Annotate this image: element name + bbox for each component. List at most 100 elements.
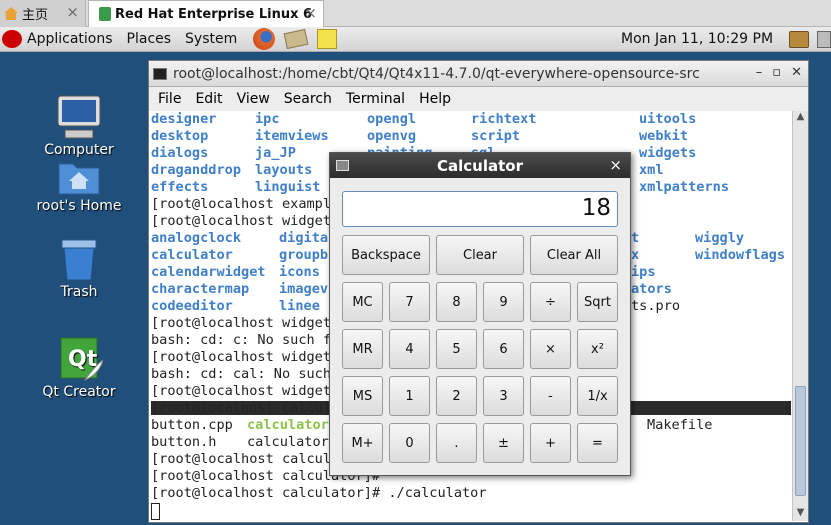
listing-entry: linguist <box>255 179 321 195</box>
listing-entry: ipc <box>255 111 280 127</box>
trash-icon <box>61 239 97 281</box>
memory-set-button[interactable]: MS <box>342 376 383 416</box>
terminal-scrollbar[interactable]: ▲ ▼ <box>792 111 808 521</box>
tab-home[interactable]: 主页 × <box>0 0 86 27</box>
terminal-line: [root@localhost widget <box>151 383 332 399</box>
calculator-window[interactable]: Calculator × 18 Backspace Clear Clear Al… <box>329 152 631 476</box>
plus-button[interactable]: + <box>530 423 571 463</box>
divide-button[interactable]: ÷ <box>530 282 571 322</box>
listing-entry: script <box>471 128 521 144</box>
listing-entry: ips <box>631 264 656 280</box>
terminal-line: [root@localhost calcula <box>151 400 340 416</box>
minimize-icon[interactable]: – <box>756 65 763 80</box>
terminal-icon <box>153 67 167 80</box>
listing-entry: designer <box>151 111 217 127</box>
digit-1-button[interactable]: 1 <box>389 376 430 416</box>
listing-entry: calculator <box>247 417 329 433</box>
digit-3-button[interactable]: 3 <box>483 376 524 416</box>
digit-8-button[interactable]: 8 <box>436 282 477 322</box>
menu-places[interactable]: Places <box>127 31 172 47</box>
menu-terminal[interactable]: Terminal <box>346 91 405 107</box>
scrollbar-thumb[interactable] <box>795 386 806 496</box>
listing-entry: imagev <box>279 281 329 297</box>
digit-0-button[interactable]: 0 <box>389 423 430 463</box>
redhat-logo-icon[interactable] <box>2 30 22 48</box>
reciprocal-button[interactable]: 1/x <box>577 376 618 416</box>
terminal-line: [root@localhost example <box>151 196 340 212</box>
calculator-titlebar[interactable]: Calculator × <box>330 153 630 178</box>
listing-entry: linee <box>279 298 320 314</box>
scroll-down-icon[interactable]: ▼ <box>793 507 808 521</box>
menu-edit[interactable]: Edit <box>195 91 222 107</box>
listing-entry: widgets <box>639 145 697 161</box>
backspace-button[interactable]: Backspace <box>342 235 430 275</box>
digit-4-button[interactable]: 4 <box>389 329 430 369</box>
scroll-up-icon[interactable]: ▲ <box>793 111 808 125</box>
menu-file[interactable]: File <box>158 91 181 107</box>
memory-add-button[interactable]: M+ <box>342 423 383 463</box>
desktop-icon-trash[interactable]: Trash <box>29 236 129 300</box>
terminal-titlebar[interactable]: root@localhost:/home/cbt/Qt4/Qt4x11-4.7.… <box>149 61 808 87</box>
listing-entry: ts.pro <box>631 298 681 314</box>
menu-system[interactable]: System <box>185 31 237 47</box>
listing-entry: uitools <box>639 111 697 127</box>
digit-2-button[interactable]: 2 <box>436 376 477 416</box>
panel-clock[interactable]: Mon Jan 11, 10:29 PM <box>621 31 773 47</box>
menu-help[interactable]: Help <box>419 91 451 107</box>
listing-entry: opengl <box>367 111 417 127</box>
equals-button[interactable]: = <box>577 423 618 463</box>
desktop-icon-qt-creator[interactable]: Qt Qt Creator <box>29 334 129 400</box>
close-icon[interactable]: ✕ <box>791 65 802 80</box>
listing-entry: icons <box>279 264 320 280</box>
change-sign-button[interactable]: ± <box>483 423 524 463</box>
clear-all-button[interactable]: Clear All <box>530 235 618 275</box>
digit-9-button[interactable]: 9 <box>483 282 524 322</box>
computer-icon <box>57 95 101 139</box>
menu-view[interactable]: View <box>237 91 270 107</box>
calculator-title: Calculator <box>437 156 523 175</box>
notes-launcher-icon[interactable] <box>317 29 338 49</box>
listing-entry: xmlpatterns <box>639 179 730 195</box>
digit-7-button[interactable]: 7 <box>389 282 430 322</box>
square-button[interactable]: x² <box>577 329 618 369</box>
calculator-display[interactable]: 18 <box>342 191 618 227</box>
minus-button[interactable]: - <box>530 376 571 416</box>
listing-entry: windowflags <box>695 247 786 263</box>
listing-entry: button.cpp <box>151 417 233 433</box>
user-switch-icon[interactable] <box>817 31 831 48</box>
memory-clear-button[interactable]: MC <box>342 282 383 322</box>
firefox-launcher-icon[interactable] <box>253 28 276 50</box>
menu-applications[interactable]: Applications <box>27 31 113 47</box>
close-icon[interactable]: × <box>609 156 622 174</box>
listing-entry: t <box>631 230 640 246</box>
maximize-icon[interactable]: ▫ <box>772 65 781 80</box>
menu-search[interactable]: Search <box>284 91 332 107</box>
home-folder-icon <box>58 163 100 195</box>
sqrt-button[interactable]: Sqrt <box>577 282 618 322</box>
desktop-icon-computer[interactable]: Computer <box>29 94 129 158</box>
listing-entry: itemviews <box>255 128 329 144</box>
page-icon <box>99 7 111 21</box>
digit-6-button[interactable]: 6 <box>483 329 524 369</box>
desktop-icon-label: Trash <box>60 284 98 300</box>
tab-close-icon[interactable]: × <box>304 4 317 22</box>
svg-text:Qt: Qt <box>68 347 98 372</box>
listing-entry: layouts <box>255 162 313 178</box>
top-panel: Applications Places System Mon Jan 11, 1… <box>0 27 831 52</box>
home-icon <box>4 7 18 20</box>
terminal-menubar: File Edit View Search Terminal Help <box>149 87 808 111</box>
tab-label: 主页 <box>22 8 49 23</box>
memory-recall-button[interactable]: MR <box>342 329 383 369</box>
clear-button[interactable]: Clear <box>436 235 524 275</box>
browser-tab-bar: 主页 × Red Hat Enterprise Linux 6 × <box>0 0 831 27</box>
tab-rhel6[interactable]: Red Hat Enterprise Linux 6 × <box>88 0 324 27</box>
terminal-line: [root@localhost widget <box>151 349 332 365</box>
digit-5-button[interactable]: 5 <box>436 329 477 369</box>
mail-launcher-icon[interactable] <box>283 28 309 50</box>
multiply-button[interactable]: × <box>530 329 571 369</box>
tab-close-icon[interactable]: × <box>66 3 79 21</box>
network-icon[interactable] <box>789 31 809 48</box>
listing-entry: webkit <box>639 128 689 144</box>
desktop-icon-home[interactable]: root's Home <box>29 158 129 214</box>
decimal-point-button[interactable]: . <box>436 423 477 463</box>
